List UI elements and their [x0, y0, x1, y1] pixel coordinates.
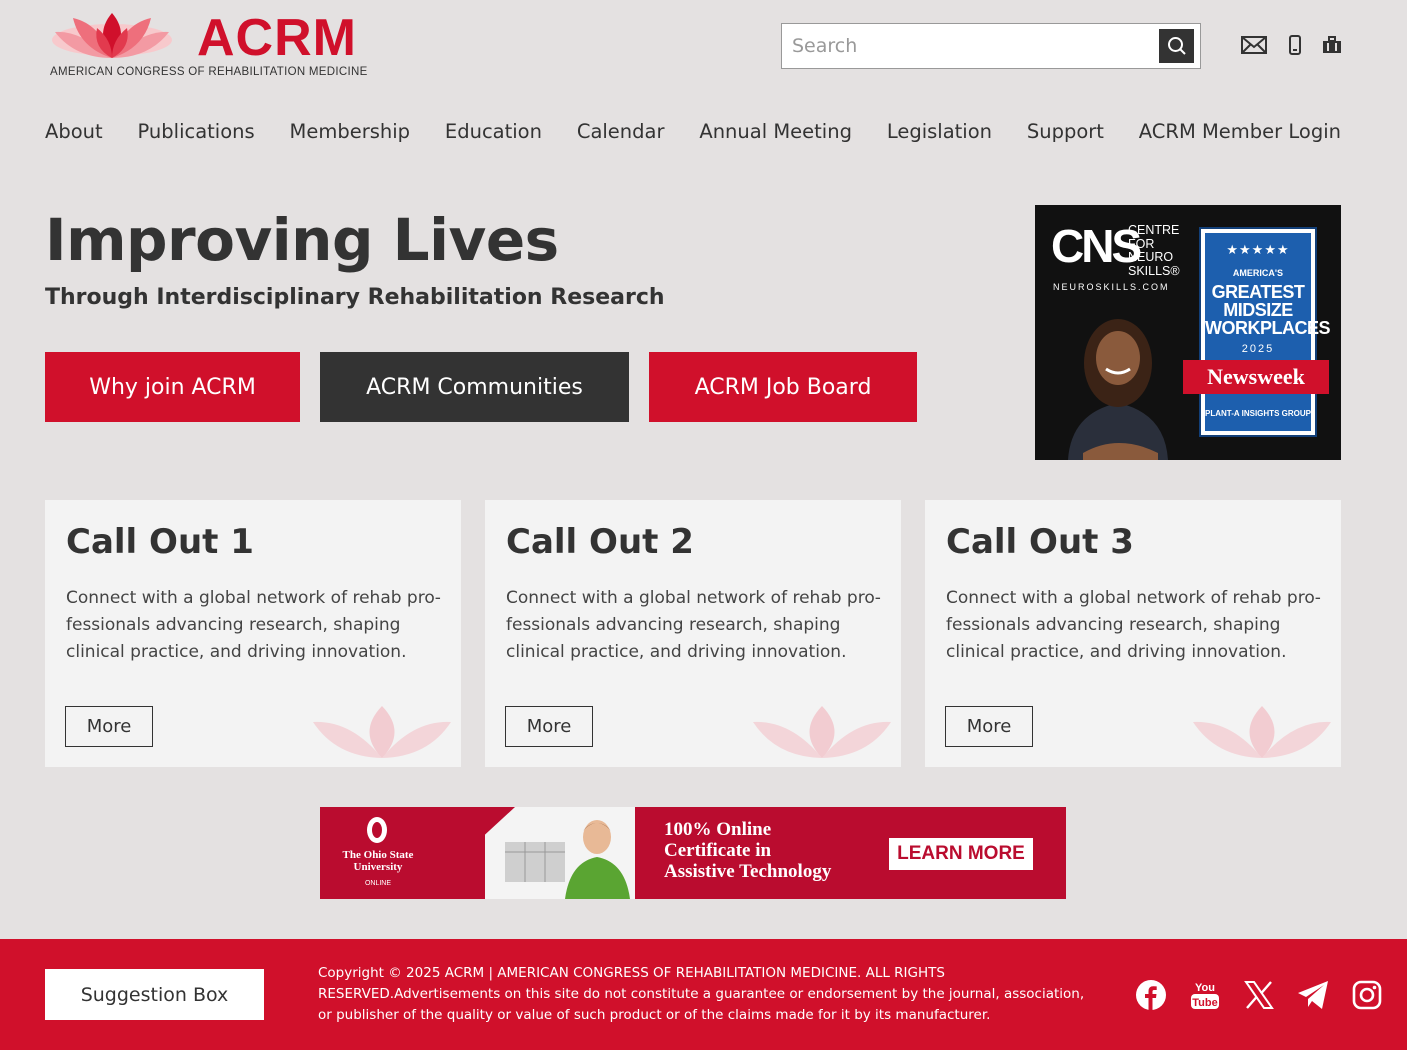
nav-item-education[interactable]: Education	[445, 120, 542, 143]
communities-button[interactable]: ACRM Communities	[320, 352, 629, 422]
callout-card-3: Call Out 3 Connect with a global network…	[925, 500, 1341, 767]
site-footer: Suggestion Box Copyright © 2025 ACRM | A…	[0, 939, 1407, 1050]
telegram-icon	[1298, 981, 1328, 1009]
osu-block-o-icon	[367, 817, 387, 843]
learn-more-button[interactable]: LEARN MORE	[889, 838, 1033, 870]
suggestion-box-button[interactable]: Suggestion Box	[45, 969, 264, 1020]
contact-email-button[interactable]	[1240, 34, 1267, 56]
search-input[interactable]	[782, 24, 1152, 68]
osu-online-label: ONLINE	[364, 880, 392, 887]
callout-body: Connect with a global network of rehab p…	[506, 588, 881, 662]
banner-photo	[485, 807, 635, 899]
student-photo	[505, 820, 630, 899]
badge-stars: ★★★★★	[1226, 243, 1290, 258]
workplace-badge: ★★★★★ AMERICA'S GREATEST MIDSIZE WORKPLA…	[1199, 227, 1331, 437]
youtube-link[interactable]: You Tube	[1189, 979, 1221, 1011]
nav-item-about[interactable]: About	[45, 120, 103, 143]
callout-title: Call Out 3	[946, 522, 1134, 562]
nav-item-member-login[interactable]: ACRM Member Login	[1139, 120, 1341, 143]
callout-card-1: Call Out 1 Connect with a global network…	[45, 500, 461, 767]
nav-item-membership[interactable]: Membership	[290, 120, 411, 143]
osu-banner-ad[interactable]: The Ohio State University ONLINE 100% On…	[320, 807, 1066, 899]
callout-more-button[interactable]: More	[65, 706, 153, 747]
careers-button[interactable]	[1321, 34, 1343, 56]
youtube-icon: You Tube	[1191, 982, 1219, 1009]
callout-more-button[interactable]: More	[945, 706, 1033, 747]
lotus-logo-icon	[52, 13, 172, 58]
badge-footer: PLANT-A INSIGHTS GROUP	[1205, 409, 1311, 418]
mail-icon	[1240, 36, 1267, 54]
nav-item-annual-meeting[interactable]: Annual Meeting	[699, 120, 852, 143]
instagram-link[interactable]	[1351, 979, 1383, 1011]
copyright-text: Copyright © 2025 ACRM | AMERICAN CONGRES…	[318, 965, 1085, 1023]
callout-title: Call Out 2	[506, 522, 694, 562]
callout-body: Connect with a global network of rehab p…	[66, 588, 441, 662]
callout-title: Call Out 1	[66, 522, 254, 562]
hero-title: Improving Lives	[45, 206, 559, 274]
telegram-link[interactable]	[1297, 979, 1329, 1011]
cns-advertisement[interactable]: CNS CENTRE FOR NEURO SKILLS® NEUROSKILLS…	[1035, 205, 1341, 460]
job-board-button[interactable]: ACRM Job Board	[649, 352, 917, 422]
cns-logo: CNS	[1051, 220, 1142, 272]
cns-url: NEUROSKILLS.COM	[1053, 282, 1170, 292]
briefcase-icon	[1323, 36, 1341, 53]
callout-card-2: Call Out 2 Connect with a global network…	[485, 500, 901, 767]
main-nav: About Publications Membership Education …	[45, 120, 1341, 143]
badge-line-2: GREATEST MIDSIZE WORKPLACES	[1205, 282, 1331, 338]
nav-item-publications[interactable]: Publications	[138, 120, 255, 143]
nav-item-legislation[interactable]: Legislation	[887, 120, 992, 143]
facebook-link[interactable]	[1135, 979, 1167, 1011]
facebook-icon	[1136, 980, 1166, 1010]
svg-text:You: You	[1195, 982, 1215, 994]
badge-year: 2025	[1241, 343, 1275, 355]
acrm-logo[interactable]: ACRM AMERICAN CONGRESS OF REHABILITATION…	[45, 9, 390, 82]
hero-subtitle: Through Interdisciplinary Rehabilitation…	[45, 285, 665, 310]
x-link[interactable]	[1243, 979, 1275, 1011]
lotus-watermark-icon	[1193, 706, 1331, 758]
person-photo	[1068, 319, 1168, 460]
contact-phone-button[interactable]	[1287, 34, 1303, 56]
search-icon	[1167, 37, 1186, 55]
x-icon	[1244, 981, 1274, 1009]
lotus-watermark-icon	[313, 706, 451, 758]
logo-wordmark: ACRM	[197, 9, 357, 67]
callout-body: Connect with a global network of rehab p…	[946, 588, 1321, 662]
search-button[interactable]	[1159, 29, 1194, 63]
search-box	[781, 23, 1201, 69]
badge-line-1: AMERICA'S	[1232, 268, 1284, 278]
banner-headline: 100% Online Certificate in Assistive Tec…	[664, 819, 832, 882]
phone-icon	[1289, 35, 1301, 55]
lotus-watermark-icon	[753, 706, 891, 758]
newsweek-ribbon: Newsweek	[1183, 360, 1329, 394]
why-join-button[interactable]: Why join ACRM	[45, 352, 300, 422]
cns-tagline: CENTRE FOR NEURO SKILLS®	[1128, 223, 1180, 278]
callout-more-button[interactable]: More	[505, 706, 593, 747]
nav-item-calendar[interactable]: Calendar	[577, 120, 665, 143]
nav-item-support[interactable]: Support	[1027, 120, 1104, 143]
svg-text:Tube: Tube	[1192, 997, 1217, 1009]
logo-full-name: AMERICAN CONGRESS OF REHABILITATION MEDI…	[50, 66, 368, 78]
osu-name: The Ohio State University	[342, 849, 414, 873]
instagram-icon	[1352, 980, 1382, 1010]
